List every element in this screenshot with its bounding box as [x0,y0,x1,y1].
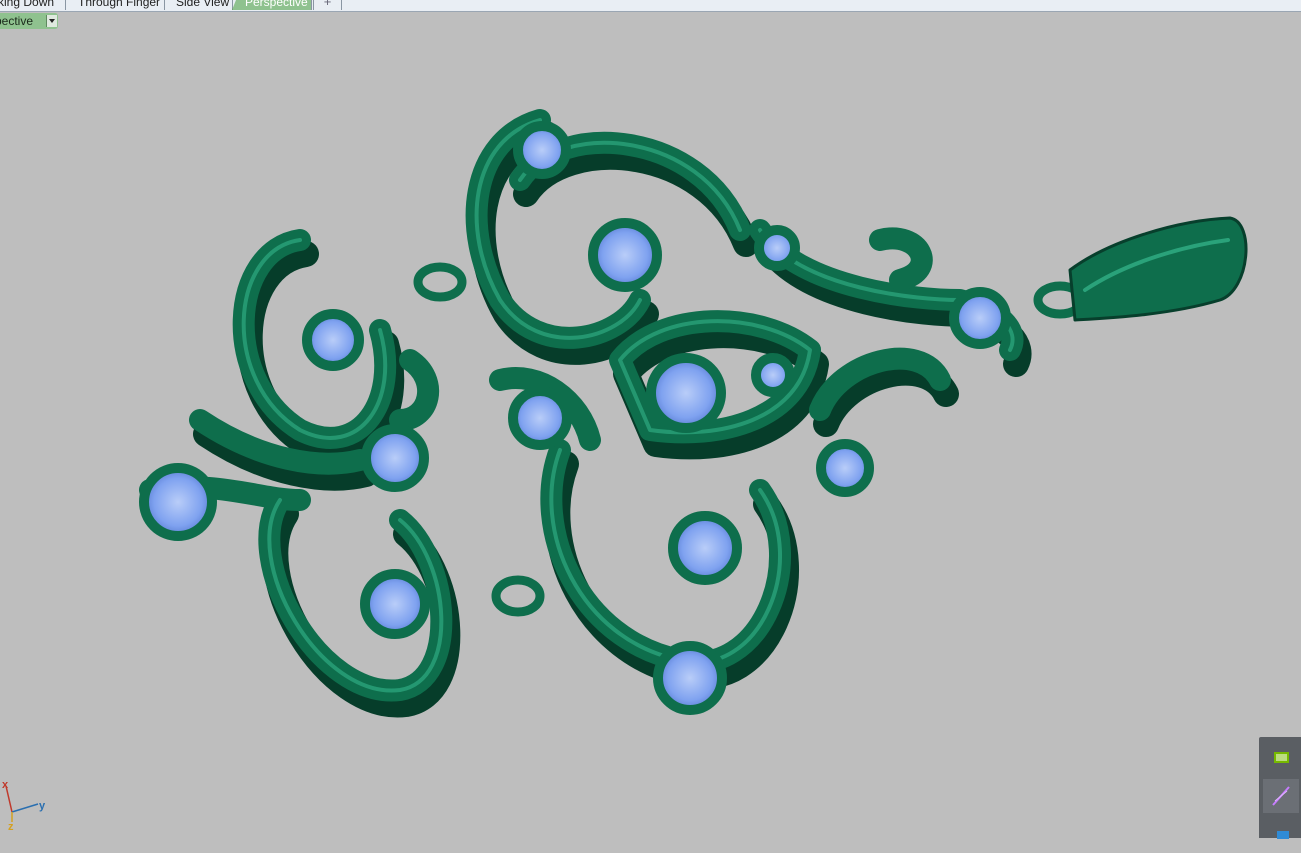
axis-x-label: x [2,779,9,791]
system-tray [1259,737,1301,841]
axis-triad: x y z [2,779,46,833]
axis-z-label: z [8,821,14,833]
shield-icon[interactable] [1263,819,1299,853]
axis-y-label: y [39,800,46,812]
feather-pen-icon[interactable] [1263,779,1299,813]
nvidia-icon[interactable] [1263,741,1299,775]
pendant-bail[interactable] [1068,216,1248,322]
viewport-canvas[interactable] [0,0,1301,838]
